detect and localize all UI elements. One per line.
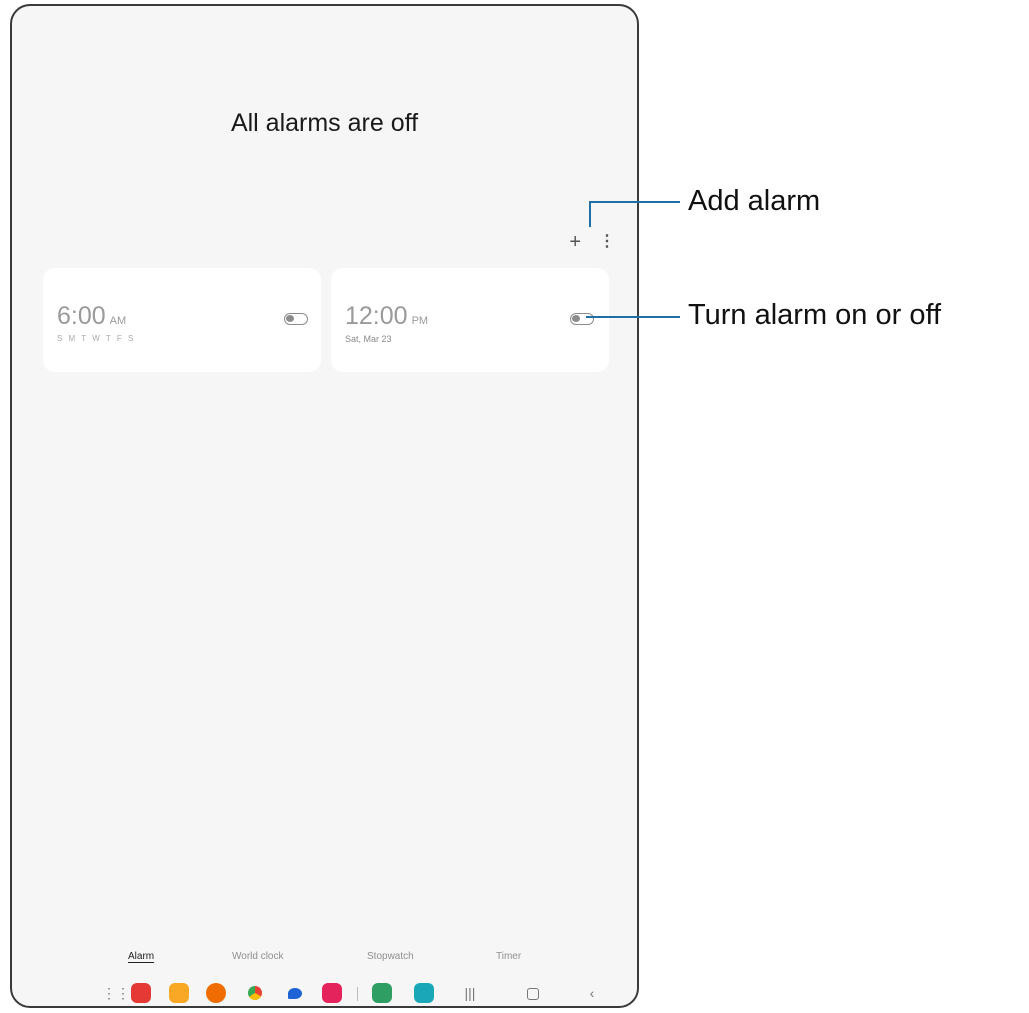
alarm-ampm: PM	[411, 315, 429, 327]
alarm-toggle[interactable]	[570, 313, 594, 325]
app-drawer-icon[interactable]: ⋮⋮	[102, 983, 130, 1003]
calendar-icon[interactable]	[414, 983, 434, 1003]
app-icon[interactable]	[131, 983, 151, 1003]
tab-world-clock[interactable]: World clock	[232, 951, 284, 962]
more-options-icon[interactable]: ⋮	[599, 232, 615, 252]
divider	[357, 987, 358, 1001]
add-alarm-callout: Add alarm	[688, 185, 821, 217]
alarm-card[interactable]: 6:00 AM S M T W T F S	[43, 268, 321, 372]
alarm-ampm: AM	[109, 315, 127, 327]
toggle-alarm-callout: Turn alarm on or off	[688, 299, 942, 331]
app-icon[interactable]	[322, 983, 342, 1003]
recent-apps-icon[interactable]: |||	[460, 983, 480, 1003]
app-icon[interactable]	[206, 983, 226, 1003]
navigation-bar: ⋮⋮ ||| ‹	[12, 983, 637, 1006]
tab-timer[interactable]: Timer	[496, 951, 521, 962]
toolbar: + ⋮	[569, 232, 615, 252]
add-alarm-button[interactable]: +	[569, 232, 581, 252]
toggle-knob	[572, 315, 580, 322]
tab-stopwatch[interactable]: Stopwatch	[367, 951, 414, 962]
app-icon[interactable]	[169, 983, 189, 1003]
callout-line	[589, 201, 680, 203]
tablet-screen: All alarms are off + ⋮ 6:00 AM S M T W T …	[10, 4, 639, 1008]
alarm-date: Sat, Mar 23	[345, 334, 392, 344]
alarm-toggle[interactable]	[284, 313, 308, 325]
alarm-time: 12:00	[345, 302, 408, 330]
alarm-card[interactable]: 12:00 PM Sat, Mar 23	[331, 268, 609, 372]
tab-alarm[interactable]: Alarm	[128, 951, 154, 962]
messages-icon[interactable]	[288, 988, 302, 999]
calculator-icon[interactable]	[372, 983, 392, 1003]
browser-icon[interactable]	[248, 986, 262, 1000]
alarm-time: 6:00	[57, 302, 106, 330]
home-icon[interactable]	[527, 988, 539, 1000]
page-title: All alarms are off	[230, 109, 419, 137]
toggle-knob	[286, 315, 294, 322]
alarm-repeat-days: S M T W T F S	[57, 334, 136, 343]
back-icon[interactable]: ‹	[582, 983, 602, 1003]
callout-line	[589, 201, 591, 227]
callout-line	[586, 316, 680, 318]
